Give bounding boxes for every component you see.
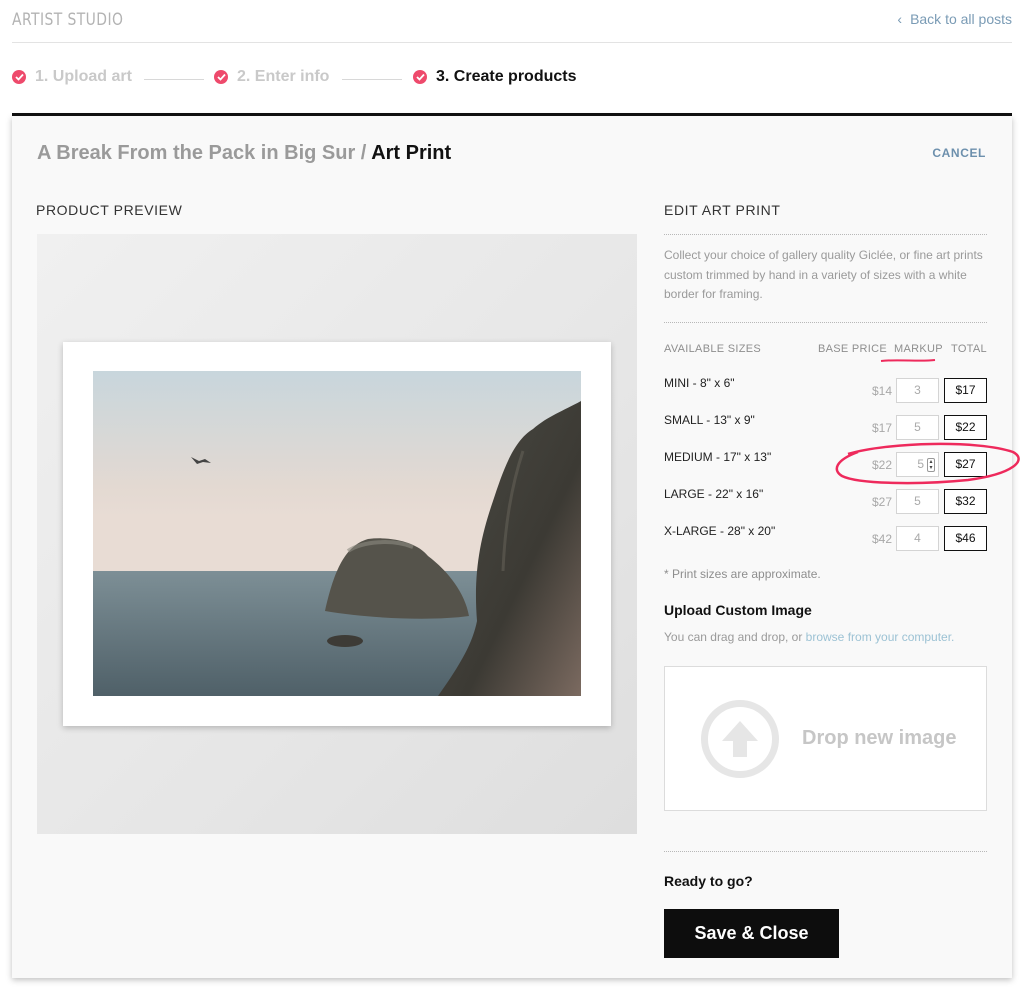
- size-row-large: LARGE - 22" x 16" $27 5 $32: [664, 487, 987, 514]
- total-price: $17: [944, 378, 987, 403]
- markup-underline-annotation: [880, 359, 936, 362]
- artwork-photo: [93, 371, 581, 696]
- image-dropzone[interactable]: Drop new image: [664, 666, 987, 811]
- size-name: X-LARGE - 28" x 20": [664, 524, 776, 538]
- product-type: Art Print: [371, 142, 452, 164]
- check-icon: [413, 70, 427, 84]
- section-divider: [664, 851, 987, 852]
- base-price: $27: [871, 495, 892, 509]
- upload-title: Upload Custom Image: [664, 602, 812, 618]
- base-price: $42: [871, 532, 892, 546]
- browse-link[interactable]: browse from your computer.: [806, 630, 955, 644]
- step-upload-art[interactable]: 1. Upload art: [12, 68, 132, 86]
- card-title: A Break From the Pack in Big Sur / Art P…: [37, 142, 451, 165]
- upload-arrow-icon: [701, 700, 779, 778]
- header-total: TOTAL: [951, 343, 987, 355]
- back-to-posts-link[interactable]: ‹ Back to all posts: [897, 11, 1012, 27]
- back-link-label: Back to all posts: [910, 11, 1012, 27]
- print-frame: [63, 342, 611, 726]
- progress-steps: 1. Upload art 2. Enter info 3. Create pr…: [12, 68, 712, 92]
- size-note: * Print sizes are approximate.: [664, 567, 821, 581]
- size-name: SMALL - 13" x 9": [664, 413, 755, 427]
- upload-hint-text: You can drag and drop, or: [664, 630, 803, 644]
- size-row-small: SMALL - 13" x 9" $17 5 $22: [664, 413, 987, 440]
- ready-label: Ready to go?: [664, 873, 753, 889]
- base-price: $14: [871, 384, 892, 398]
- step-enter-info[interactable]: 2. Enter info: [214, 68, 329, 86]
- drop-text: Drop new image: [802, 727, 957, 749]
- cancel-button[interactable]: CANCEL: [932, 146, 986, 160]
- step-create-products[interactable]: 3. Create products: [413, 68, 576, 86]
- section-divider: [664, 234, 987, 235]
- highlight-ellipse-annotation: [835, 442, 1020, 485]
- size-row-x-large: X-LARGE - 28" x 20" $42 4 $46: [664, 524, 987, 551]
- total-price: $46: [944, 526, 987, 551]
- section-divider: [664, 322, 987, 323]
- upload-hint: You can drag and drop, or browse from yo…: [664, 630, 954, 644]
- markup-input[interactable]: 4: [896, 526, 939, 551]
- step-label: 1. Upload art: [35, 68, 132, 85]
- header-markup: MARKUP: [894, 343, 943, 355]
- size-name: MINI - 8" x 6": [664, 376, 735, 390]
- step-label: 3. Create products: [436, 68, 577, 85]
- step-label: 2. Enter info: [237, 68, 330, 85]
- preview-label: PRODUCT PREVIEW: [36, 202, 183, 218]
- top-bar: ARTIST STUDIO ‹ Back to all posts: [12, 0, 1012, 43]
- markup-input[interactable]: 5: [896, 415, 939, 440]
- size-row-mini: MINI - 8" x 6" $14 3 $17: [664, 376, 987, 403]
- size-name: LARGE - 22" x 16": [664, 487, 764, 501]
- header-base-price: BASE PRICE: [818, 343, 888, 355]
- check-icon: [12, 70, 26, 84]
- product-preview: [37, 234, 637, 834]
- artwork-title: A Break From the Pack in Big Sur /: [37, 142, 367, 164]
- header-available-sizes: AVAILABLE SIZES: [664, 343, 762, 355]
- editor-label: EDIT ART PRINT: [664, 202, 781, 218]
- product-editor-card: A Break From the Pack in Big Sur / Art P…: [12, 116, 1012, 978]
- total-price: $32: [944, 489, 987, 514]
- step-connector: [342, 79, 402, 80]
- step-connector: [144, 79, 204, 80]
- brand-logo[interactable]: ARTIST STUDIO: [12, 10, 123, 30]
- chevron-left-icon: ‹: [897, 11, 903, 27]
- markup-input[interactable]: 3: [896, 378, 939, 403]
- check-icon: [214, 70, 228, 84]
- product-description: Collect your choice of gallery quality G…: [664, 248, 983, 301]
- size-name: MEDIUM - 17" x 13": [664, 450, 772, 464]
- base-price: $17: [871, 421, 892, 435]
- save-and-close-button[interactable]: Save & Close: [664, 909, 839, 958]
- markup-input[interactable]: 5: [896, 489, 939, 514]
- total-price: $22: [944, 415, 987, 440]
